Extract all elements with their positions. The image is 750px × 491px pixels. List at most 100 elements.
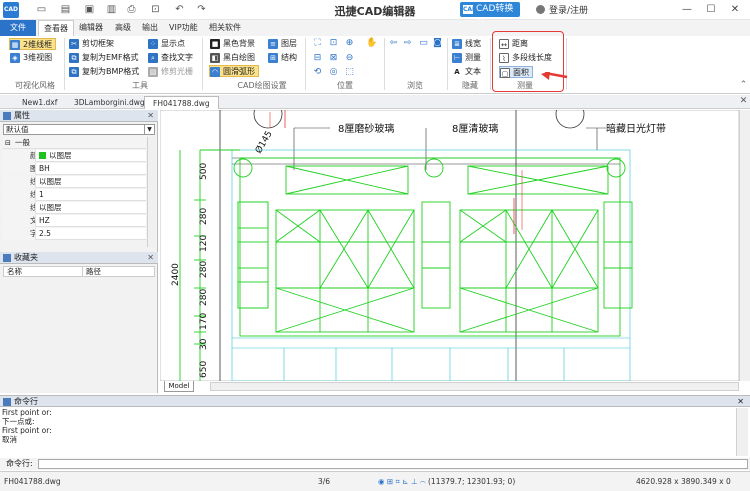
command-scrollbar[interactable] [736, 408, 748, 456]
doc-tab-lamborgini[interactable]: 3DLamborgini.dwg [66, 96, 153, 109]
group-label-hide: 隐藏 [462, 81, 478, 90]
back-arrow-icon[interactable]: ⇦ [388, 38, 399, 49]
find-text-icon: ⌕ [148, 53, 158, 63]
login-link[interactable]: 登录/注册 [536, 3, 588, 16]
properties-icon [3, 112, 11, 120]
drawing-canvas[interactable]: 8厘磨砂玻璃 8厘清玻璃 暗藏日光灯带 Ø145 500 280 120 280… [160, 110, 739, 381]
copy-emf-icon: ⧉ [69, 53, 79, 63]
tab-viewer[interactable]: 查看器 [38, 20, 74, 36]
properties-scrollbar[interactable] [147, 137, 156, 247]
view-3d-button[interactable]: ◈ 3维视图 [10, 52, 52, 64]
title-bar: CAD ▭ ▤ ▣ ▥ ⎙ ⊡ ↶ ↷ 迅捷CAD编辑器 CADCAD转换器 登… [0, 0, 750, 29]
wireframe-2d-button[interactable]: ▦ 2维线框 [9, 38, 57, 50]
tab-output[interactable]: 输出 [137, 20, 163, 36]
print-preview-icon[interactable]: ⊡ [150, 4, 161, 15]
collapse-ribbon-icon[interactable]: ⌃ [738, 80, 749, 91]
tab-vip[interactable]: VIP功能 [164, 20, 203, 36]
menu-tab-bar: 文件 查看器 编辑器 高级 输出 VIP功能 相关软件 [0, 20, 750, 36]
pan-hand-icon[interactable]: ✋ [366, 38, 377, 49]
property-group-general[interactable]: ⊟ 一般 [3, 137, 146, 149]
new-file-icon[interactable]: ▭ [36, 4, 47, 15]
property-row[interactable]: 线以图层 [3, 176, 146, 188]
close-icon[interactable]: ✕ [726, 2, 744, 17]
doc-tab-fh041788[interactable]: FH041788.dwg [144, 96, 219, 109]
tab-editor[interactable]: 编辑器 [74, 20, 108, 36]
layers-button[interactable]: ≡ 图层 [268, 38, 297, 50]
cut-frame-button[interactable]: ✂ 剪切框架 [69, 38, 114, 50]
model-tab[interactable]: Model [164, 381, 194, 392]
label-hidden-light: 暗藏日光灯带 [606, 122, 666, 135]
view-cube-icon[interactable]: ⬚ [344, 67, 355, 78]
orbit-icon[interactable]: ◎ [328, 67, 339, 78]
dim-total: 2400 [171, 263, 181, 286]
close-properties-icon[interactable]: ✕ [147, 110, 154, 122]
property-row[interactable]: 线1 [3, 189, 146, 201]
close-favorites-icon[interactable]: ✕ [147, 252, 154, 264]
close-command-icon[interactable]: ✕ [737, 396, 744, 408]
collapse-group-icon[interactable]: ⊟ [5, 137, 11, 149]
zoom-extents-icon[interactable]: ⛶ [312, 38, 323, 49]
structure-label: 结构 [281, 53, 297, 62]
group-separator [64, 38, 65, 90]
close-document-icon[interactable]: ✕ [738, 96, 749, 107]
save-as-icon[interactable]: ▥ [106, 4, 117, 15]
wireframe-2d-icon: ▦ [10, 40, 20, 50]
bookmark-icon[interactable]: ◙ [432, 38, 443, 49]
maximize-icon[interactable]: ☐ [702, 2, 720, 17]
property-row[interactable]: 文HZ [3, 215, 146, 227]
text-toggle-label: 文本 [465, 67, 481, 76]
property-row[interactable]: 图BH [3, 163, 146, 175]
tab-file[interactable]: 文件 [0, 20, 36, 36]
black-background-button[interactable]: ■ 黑色背景 [210, 38, 255, 50]
copy-bmp-button[interactable]: ⧉ 复制为BMP格式 [69, 66, 139, 78]
property-key: 线 [3, 202, 36, 214]
property-row[interactable]: 线以图层 [3, 202, 146, 214]
save-icon[interactable]: ▣ [84, 4, 95, 15]
command-input[interactable] [38, 459, 748, 469]
chevron-down-icon[interactable]: ▼ [144, 125, 154, 134]
copy-emf-button[interactable]: ⧉ 复制为EMF格式 [69, 52, 139, 64]
cad-converter-button[interactable]: CADCAD转换器 [460, 2, 520, 29]
zoom-all-icon[interactable]: ⊠ [328, 53, 339, 64]
favorites-icon [3, 254, 11, 262]
text-icon: A [452, 67, 462, 77]
open-folder-icon[interactable]: ▤ [60, 4, 71, 15]
zoom-window-icon[interactable]: ⊡ [328, 38, 339, 49]
zoom-in-icon[interactable]: ⊕ [344, 38, 355, 49]
structure-button[interactable]: ⊞ 结构 [268, 52, 297, 64]
black-white-button[interactable]: ◧ 黑白绘图 [210, 52, 255, 64]
property-row[interactable]: 字2.5 [3, 228, 146, 240]
text-toggle-button[interactable]: A 文本 [452, 66, 481, 78]
properties-combo[interactable]: 默认值 ▼ [3, 124, 155, 135]
measure-toggle-button[interactable]: ⊢ 测量 [452, 52, 481, 64]
command-log-line: First point or: [2, 408, 52, 417]
rotate-icon[interactable]: ⟲ [312, 67, 323, 78]
zoom-out-icon[interactable]: ⊖ [344, 53, 355, 64]
property-key: 文 [3, 215, 36, 227]
tab-related-software[interactable]: 相关软件 [204, 20, 246, 36]
group-label-cad-settings: CAD绘图设置 [237, 81, 287, 90]
minimize-icon[interactable]: — [678, 2, 696, 17]
canvas-vertical-scrollbar[interactable] [739, 110, 750, 381]
doc-tab-new1[interactable]: New1.dxf [14, 96, 65, 109]
measure-toggle-label: 测量 [465, 53, 481, 62]
tab-advanced[interactable]: 高级 [110, 20, 136, 36]
smooth-arc-button[interactable]: ◠ 圆滑弧形 [209, 65, 259, 77]
dim-280b: 280 [199, 261, 209, 278]
property-row[interactable]: 颜 以图层 [3, 150, 146, 162]
redo-icon[interactable]: ↷ [196, 4, 207, 15]
forward-arrow-icon[interactable]: ⇨ [402, 38, 413, 49]
trim-raster-button[interactable]: ▧ 修剪光栅 [148, 66, 193, 78]
group-label-visual-style: 可视化风格 [15, 81, 55, 90]
canvas-horizontal-scrollbar[interactable] [210, 382, 739, 391]
find-text-button[interactable]: ⌕ 查找文字 [148, 52, 193, 64]
undo-icon[interactable]: ↶ [174, 4, 185, 15]
layers-icon: ≡ [268, 39, 278, 49]
page-icon[interactable]: ▭ [418, 38, 429, 49]
status-file: FH041788.dwg [4, 477, 61, 486]
zoom-previous-icon[interactable]: ⊟ [312, 53, 323, 64]
line-width-button[interactable]: ≣ 线宽 [452, 38, 481, 50]
snap-icon[interactable]: ◉ ⊞ ⌗ ⊾ ⊥ ⌒ [378, 474, 426, 490]
show-points-button[interactable]: ⁘ 显示点 [148, 38, 185, 50]
print-icon[interactable]: ⎙ [126, 4, 137, 15]
